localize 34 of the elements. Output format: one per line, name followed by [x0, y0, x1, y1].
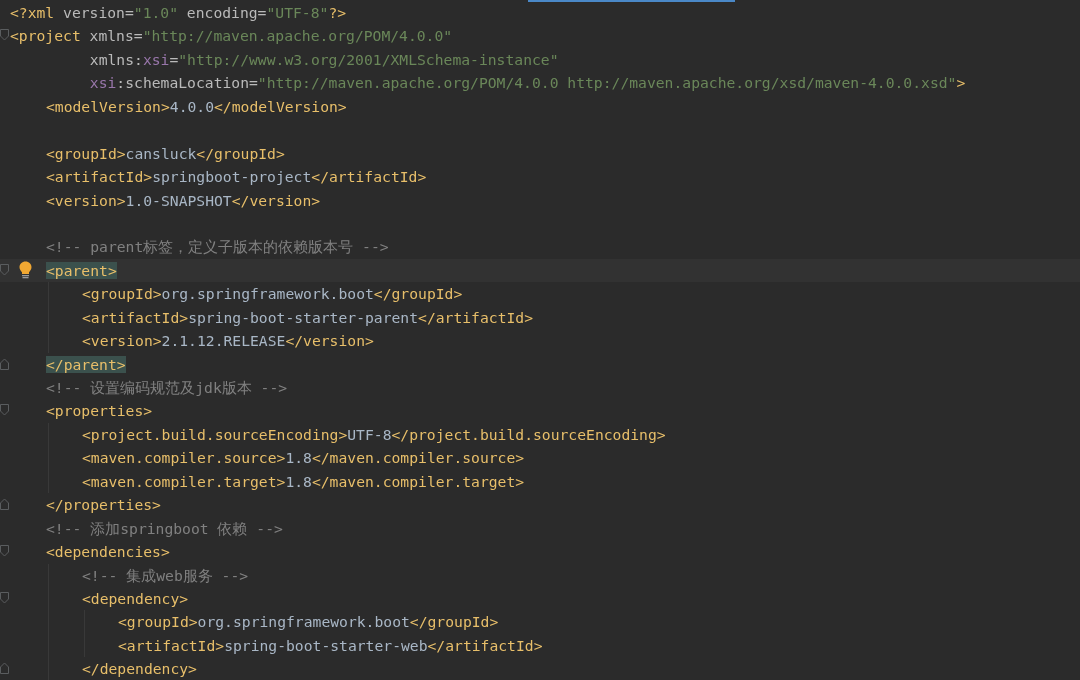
code-line: <project xmlns="http://maven.apache.org/POM/4.0.0" [10, 26, 453, 47]
code-line: <artifactId>springboot-project</artifactId> [46, 167, 427, 188]
code-line: <maven.compiler.target>1.8</maven.compiler.target> [82, 471, 525, 492]
code-line: <!-- 添加springboot 依赖 --> [46, 518, 283, 539]
code-line: </dependency> [82, 659, 197, 680]
code-line: xsi:schemaLocation="http://maven.apache.org/POM/4.0.0 http://maven.apache.org/xsd/maven-4.0.0.xsd"> [89, 73, 966, 94]
code-line: <properties> [46, 401, 153, 422]
code-line: <artifactId>spring-boot-starter-web</artifactId> [118, 635, 543, 656]
code-line: <!-- 设置编码规范及jdk版本 --> [46, 378, 288, 398]
code-line: xmlns:xsi="http://www.w3.org/2001/XMLSchema-instance" [89, 49, 559, 70]
code-line: <groupId>org.springframework.boot</groupId> [118, 612, 499, 633]
code-line: <dependencies> [46, 542, 170, 563]
code-line: <modelVersion>4.0.0</modelVersion> [46, 96, 347, 117]
code-line: <groupId>cansluck</groupId> [46, 143, 285, 164]
fold-icon[interactable] [0, 498, 9, 511]
code-line: <!-- 集成web服务 --> [82, 565, 249, 586]
code-line: <artifactId>spring-boot-starter-parent</artifactId> [82, 307, 533, 328]
code-line: <dependency> [82, 588, 189, 609]
code-line: <groupId>org.springframework.boot</groupId> [82, 284, 463, 305]
code-line: <project.build.sourceEncoding>UTF-8</project.build.sourceEncoding> [82, 424, 666, 445]
fold-icon[interactable] [0, 404, 9, 417]
code-line: <!-- parent标签，定义子版本的依赖版本号 --> [46, 237, 389, 258]
code-line: <version>1.0-SNAPSHOT</version> [46, 190, 321, 211]
lightbulb-icon[interactable] [19, 260, 32, 279]
fold-icon[interactable] [0, 29, 9, 42]
fold-icon[interactable] [0, 357, 9, 370]
code-line: <version>2.1.12.RELEASE</version> [82, 331, 374, 352]
fold-icon[interactable] [0, 263, 9, 276]
fold-icon[interactable] [0, 591, 9, 604]
code-line: </properties> [46, 495, 161, 516]
fold-icon[interactable] [0, 662, 9, 675]
fold-icon[interactable] [0, 545, 9, 558]
code-line: <?xml version="1.0" encoding="UTF-8"?> [10, 3, 347, 23]
code-line: <maven.compiler.source>1.8</maven.compiler.source> [82, 448, 525, 469]
